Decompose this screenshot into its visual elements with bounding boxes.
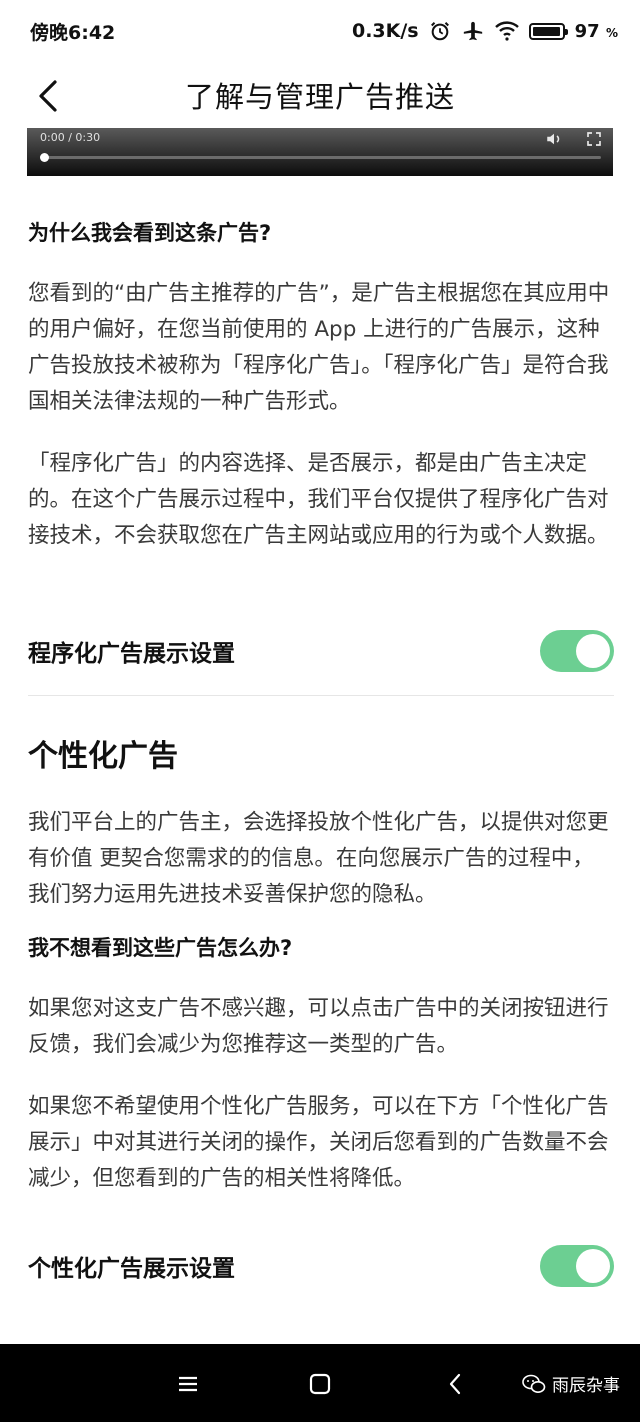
battery-percent: 97 % [574, 20, 618, 42]
section-divider [28, 695, 614, 696]
disable-personalized-paragraph: 如果您不希望使用个性化广告服务，可以在下方「个性化广告展示」中对其进行关闭的操作… [28, 1094, 609, 1191]
personalized-ads-paragraph: 我们平台上的广告主，会选择投放个性化广告，以提供对您更有价值 更契合您需求的的信… [28, 810, 609, 907]
alarm-icon [430, 22, 449, 41]
feedback-paragraph: 如果您对这支广告不感兴趣，可以点击广告中的关闭按钮进行反馈，我们会减少为您推荐这… [28, 996, 609, 1057]
volume-icon[interactable] [545, 130, 563, 148]
system-nav-bar: 雨辰杂事 [0, 1344, 640, 1422]
home-button[interactable] [300, 1364, 340, 1404]
wechat-icon [522, 1374, 546, 1393]
dont-want-ads-heading: 我不想看到这些广告怎么办? [28, 936, 293, 960]
programmatic-ad-paragraph-2: 「程序化广告」的内容选择、是否展示，都是由广告主决定的。在这个广告展示过程中，我… [28, 451, 609, 548]
video-time: 0:00 / 0:30 [40, 131, 101, 144]
personalized-ad-toggle[interactable] [540, 1245, 614, 1287]
toggle-knob [576, 1249, 610, 1283]
back-button[interactable] [28, 76, 68, 116]
home-icon [309, 1373, 331, 1395]
status-bar: 傍晚6:42 0.3K/s 97 % [0, 0, 640, 62]
status-indicators: 0.3K/s 97 % [352, 20, 618, 42]
ad-explanation-section: 为什么我会看到这条广告? 您看到的“由广告主推荐的广告”，是广告主根据您在其应用… [28, 176, 612, 554]
video-progress-knob[interactable] [40, 153, 49, 162]
programmatic-ad-setting-row: 程序化广告展示设置 [28, 628, 614, 674]
menu-button[interactable] [168, 1364, 208, 1404]
menu-icon [179, 1376, 197, 1392]
page-title: 了解与管理广告推送 [184, 80, 455, 114]
status-time: 傍晚6:42 [30, 21, 116, 44]
toggle-knob [576, 634, 610, 668]
watermark: 雨辰杂事 [522, 1371, 620, 1396]
top-nav-bar: 了解与管理广告推送 [0, 62, 640, 128]
programmatic-ad-setting-label: 程序化广告展示设置 [28, 641, 235, 667]
wifi-icon [494, 21, 519, 41]
video-progress-track[interactable] [41, 156, 601, 159]
network-speed: 0.3K/s [351, 20, 419, 42]
programmatic-ad-toggle[interactable] [540, 630, 614, 672]
watermark-text: 雨辰杂事 [552, 1376, 620, 1396]
programmatic-ad-paragraph-1: 您看到的“由广告主推荐的广告”，是广告主根据您在其应用中的用户偏好，在您当前使用… [28, 281, 610, 414]
personalized-ads-section: 我们平台上的广告主，会选择投放个性化广告，以提供对您更有价值 更契合您需求的的信… [28, 805, 612, 1197]
battery-icon [528, 22, 568, 40]
personalized-ad-setting-label: 个性化广告展示设置 [28, 1256, 235, 1282]
personalized-ads-title: 个性化广告 [28, 739, 178, 774]
airplane-icon [463, 21, 482, 41]
back-icon [449, 1373, 461, 1395]
why-see-ad-heading: 为什么我会看到这条广告? [28, 221, 272, 245]
personalized-ad-setting-row: 个性化广告展示设置 [28, 1243, 614, 1289]
system-back-button[interactable] [435, 1364, 475, 1404]
fullscreen-icon[interactable] [586, 130, 602, 148]
video-player[interactable]: 0:00 / 0:30 [27, 128, 613, 176]
back-arrow-icon [39, 80, 57, 112]
